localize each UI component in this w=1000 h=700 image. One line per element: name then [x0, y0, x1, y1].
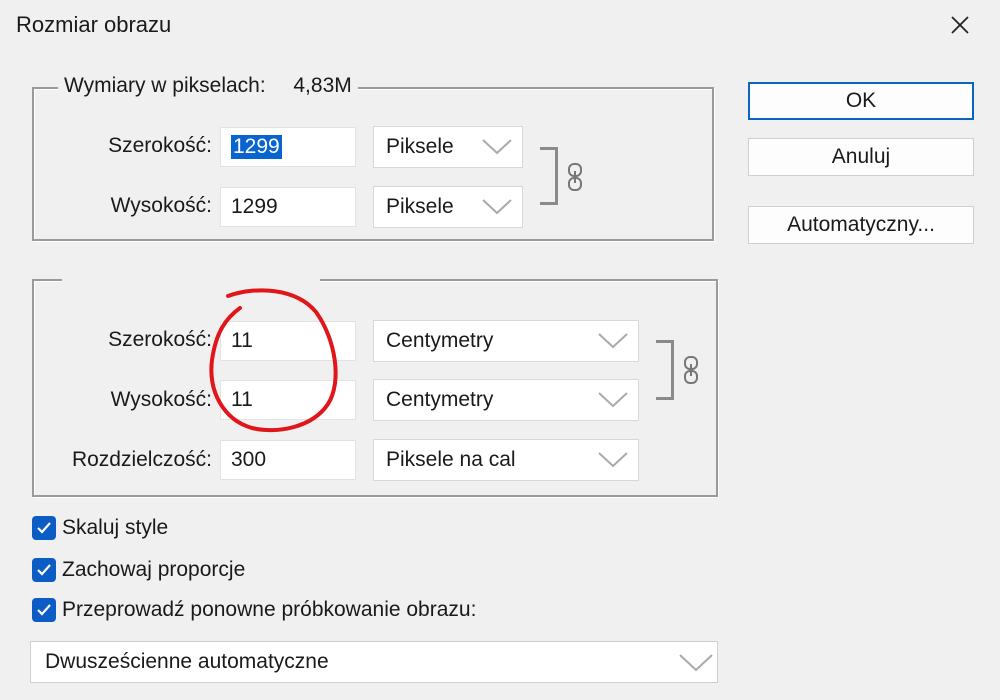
pixel-width-unit-select[interactable]: Piksele [373, 126, 523, 168]
doc-width-input[interactable]: 11 [220, 321, 356, 361]
title-bar: Rozmiar obrazu [0, 0, 1000, 50]
doc-height-input[interactable]: 11 [220, 380, 356, 420]
pixel-dimensions-legend: Wymiary w pikselach: 4,83M [58, 74, 358, 98]
cancel-button[interactable]: Anuluj [748, 138, 974, 176]
pixel-height-unit-value: Piksele [386, 195, 454, 218]
resolution-unit-value: Piksele na cal [386, 448, 516, 471]
checkbox-checked-icon [32, 598, 56, 622]
close-button[interactable] [936, 4, 984, 46]
pixel-total-value: 4,83M [293, 74, 352, 97]
doc-width-unit-value: Centymetry [386, 329, 494, 352]
pixel-dimensions-title: Wymiary w pikselach: [64, 74, 266, 97]
auto-button[interactable]: Automatyczny... [748, 206, 974, 244]
document-size-legend [62, 268, 320, 288]
chevron-down-icon [598, 452, 628, 468]
constrain-proportions-checkbox[interactable]: Zachowaj proporcje [32, 558, 245, 582]
pixel-width-label: Szerokość: [108, 134, 212, 157]
doc-width-label: Szerokość: [108, 328, 212, 351]
resample-label: Przeprowadź ponowne próbkowanie obrazu: [62, 598, 477, 621]
chevron-down-icon [679, 654, 713, 672]
chain-link-icon [568, 163, 582, 191]
doc-height-unit-value: Centymetry [386, 388, 494, 411]
pixel-height-unit-select[interactable]: Piksele [373, 186, 523, 228]
doc-constrain-bracket [656, 340, 674, 400]
checkbox-checked-icon [32, 516, 56, 540]
scale-styles-label: Skaluj style [62, 516, 169, 539]
chevron-down-icon [598, 392, 628, 408]
constrain-proportions-label: Zachowaj proporcje [62, 558, 246, 581]
close-icon [951, 16, 969, 34]
scale-styles-checkbox[interactable]: Skaluj style [32, 516, 168, 540]
resolution-input[interactable]: 300 [220, 440, 356, 480]
resolution-unit-select[interactable]: Piksele na cal [373, 439, 639, 481]
pixel-height-input[interactable]: 1299 [220, 187, 356, 227]
chevron-down-icon [482, 199, 512, 215]
chain-link-icon [684, 356, 698, 384]
checkbox-checked-icon [32, 558, 56, 582]
pixel-height-label: Wysokość: [110, 194, 212, 217]
ok-button[interactable]: OK [748, 82, 974, 120]
doc-height-label: Wysokość: [110, 388, 212, 411]
resample-method-value: Dwusześcienne automatyczne [45, 650, 329, 673]
window-title: Rozmiar obrazu [16, 12, 172, 37]
chevron-down-icon [482, 139, 512, 155]
resample-method-select[interactable]: Dwusześcienne automatyczne [30, 641, 718, 683]
chevron-down-icon [598, 333, 628, 349]
resample-checkbox[interactable]: Przeprowadź ponowne próbkowanie obrazu: [32, 598, 476, 622]
doc-height-unit-select[interactable]: Centymetry [373, 379, 639, 421]
pixel-width-input[interactable]: 1299 [220, 127, 356, 167]
pixel-width-unit-value: Piksele [386, 135, 454, 158]
doc-width-unit-select[interactable]: Centymetry [373, 320, 639, 362]
pixel-constrain-bracket [540, 147, 558, 205]
resolution-label: Rozdzielczość: [71, 448, 212, 471]
